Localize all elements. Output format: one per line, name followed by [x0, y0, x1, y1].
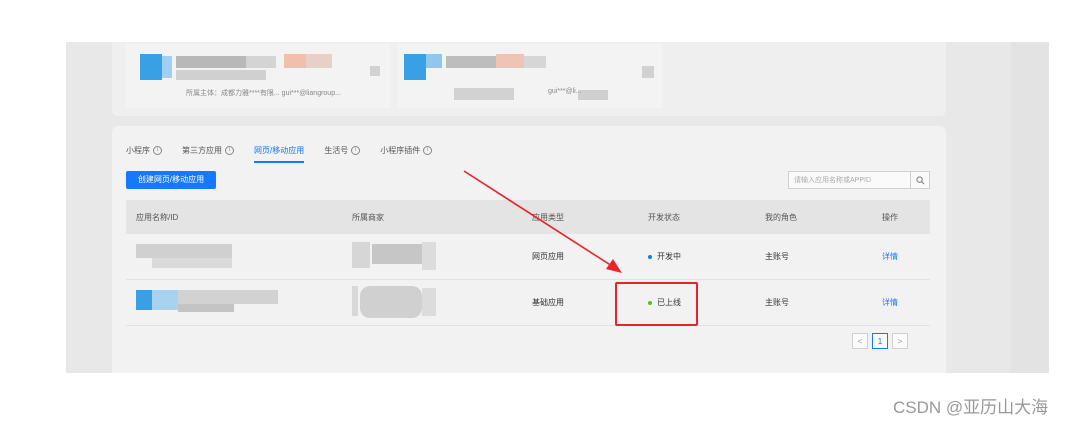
col-header-type: 应用类型 [532, 212, 564, 222]
status-dot [648, 254, 652, 259]
col-header-role: 我的角色 [765, 212, 797, 222]
tab-label: 生活号 [324, 145, 349, 155]
role-cell: 主账号 [765, 252, 789, 261]
blur-block [446, 56, 496, 68]
app-card[interactable]: gui***@li... [398, 44, 662, 108]
details-link[interactable]: 详情 [872, 251, 930, 262]
blur-block [246, 56, 276, 68]
tab-label: 第三方应用 [182, 145, 222, 155]
col-header-name: 应用名称/ID [136, 212, 179, 222]
prev-page-button[interactable]: < [852, 333, 868, 349]
app-type-cell: 网页应用 [532, 252, 564, 261]
table-header: 应用名称/ID 所属商家 应用类型 开发状态 我的角色 操作 [126, 200, 930, 234]
app-card-meta: 所属主体：成都力雅****有限... gui***@liangroup... [186, 90, 341, 97]
blur-block [176, 56, 246, 68]
next-page-button[interactable]: > [892, 333, 908, 349]
blur-block [524, 56, 546, 68]
table-row: 网页应用 开发中 主账号 详情 [126, 234, 930, 280]
blur-block [306, 54, 332, 68]
tab-label: 网页/移动应用 [254, 145, 305, 155]
blur-block [178, 290, 278, 304]
search-button[interactable] [910, 172, 929, 188]
blur-block [360, 286, 422, 318]
table-row: 基础应用 已上线 主账号 详情 [126, 280, 930, 326]
blur-block [372, 244, 422, 264]
blur-block [152, 258, 232, 268]
csdn-watermark: CSDN @亚历山大海 [893, 398, 1049, 417]
app-name-cell [126, 234, 342, 279]
info-icon[interactable]: i [153, 145, 162, 155]
blur-block [162, 56, 172, 78]
page-1-button[interactable]: 1 [872, 333, 888, 349]
blur-block [642, 66, 654, 78]
search-input[interactable] [789, 172, 910, 188]
blur-block [136, 244, 232, 258]
blur-block [352, 242, 370, 268]
blur-block [284, 54, 306, 68]
info-icon[interactable]: i [225, 145, 234, 155]
tab-mini-program-plugin[interactable]: 小程序插件 i [380, 142, 433, 158]
info-icon[interactable]: i [351, 145, 361, 155]
tab-mini-program[interactable]: 小程序 i [126, 142, 162, 158]
blur-block [454, 88, 514, 100]
col-header-action: 操作 [882, 212, 898, 222]
app-logo-blurred [136, 290, 152, 310]
annotation-highlight-box [615, 282, 698, 326]
col-header-merchant: 所属商家 [352, 212, 384, 222]
blur-block [496, 54, 524, 68]
tab-label: 小程序 [126, 145, 150, 155]
app-logo-blurred [140, 54, 162, 80]
blur-block [370, 66, 380, 76]
tab-life-account[interactable]: 生活号 i [324, 142, 361, 158]
tab-web-mobile-app[interactable]: 网页/移动应用 [254, 142, 305, 163]
app-screenshot: 所属主体：成都力雅****有限... gui***@liangroup... g… [66, 42, 1049, 373]
role-cell: 主账号 [765, 298, 789, 307]
app-search [788, 171, 930, 189]
dev-status-cell: 开发中 [638, 251, 755, 262]
col-header-status: 开发状态 [648, 212, 680, 222]
details-link[interactable]: 详情 [872, 297, 930, 308]
blur-block [352, 286, 358, 316]
apps-panel: 小程序 i 第三方应用 i 网页/移动应用 生活号 i 小程序插件 i 创建网页… [112, 126, 946, 373]
app-card-meta: gui***@li... [548, 88, 582, 95]
blur-block [152, 290, 178, 310]
search-icon [915, 175, 924, 184]
blur-block [426, 54, 442, 68]
blur-block [176, 70, 266, 80]
app-type-tabs: 小程序 i 第三方应用 i 网页/移动应用 生活号 i 小程序插件 i [126, 142, 433, 163]
info-icon[interactable]: i [423, 145, 433, 155]
blur-block [422, 242, 436, 270]
pagination: < 1 > [852, 333, 908, 349]
status-text: 开发中 [657, 252, 681, 261]
app-name-cell [126, 280, 342, 325]
merchant-cell [342, 234, 522, 279]
tab-third-party-app[interactable]: 第三方应用 i [182, 142, 234, 158]
app-logo-blurred [404, 54, 426, 80]
apps-table: 应用名称/ID 所属商家 应用类型 开发状态 我的角色 操作 网页应用 开发中 … [126, 200, 930, 326]
create-web-mobile-app-button[interactable]: 创建网页/移动应用 [126, 171, 216, 189]
right-scroll-area [1011, 42, 1049, 373]
app-cards-panel: 所属主体：成都力雅****有限... gui***@liangroup... g… [112, 42, 946, 116]
merchant-cell [342, 280, 522, 325]
blur-block [422, 288, 436, 316]
blur-block [178, 304, 234, 312]
app-card[interactable]: 所属主体：成都力雅****有限... gui***@liangroup... [126, 44, 390, 108]
blur-block [578, 90, 608, 100]
tab-label: 小程序插件 [380, 145, 421, 155]
